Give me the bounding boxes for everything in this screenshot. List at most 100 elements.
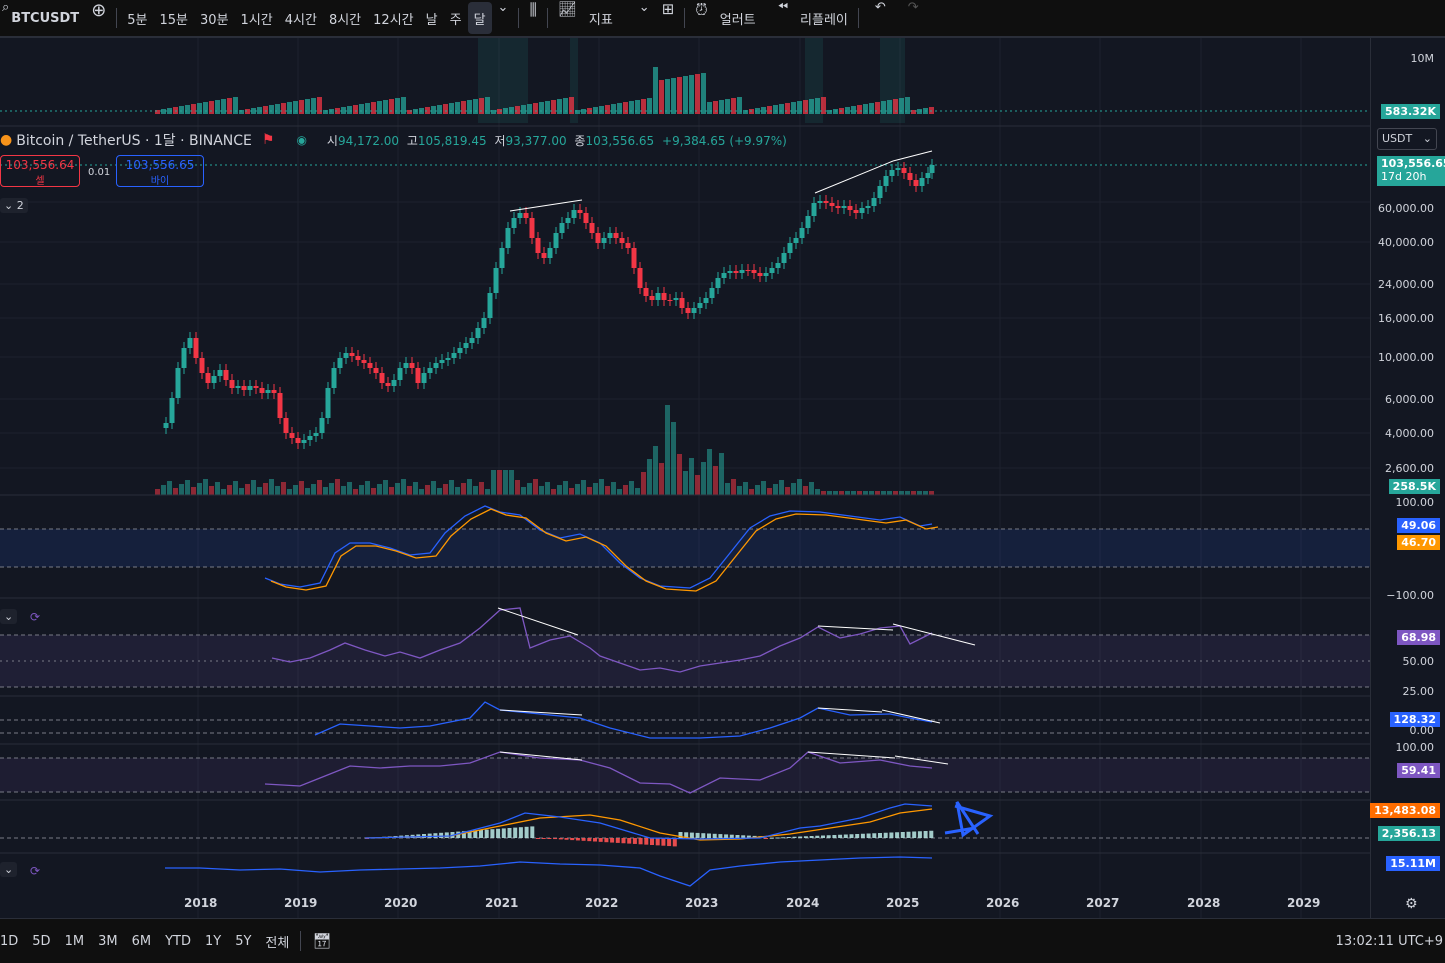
volume-bar [311,484,316,495]
macd-histogram-bar [786,837,791,838]
interval-30m[interactable]: 30분 [194,0,235,36]
range-1d[interactable]: 1D [0,934,25,949]
volume-bar [389,487,394,495]
hand-drawing[interactable] [944,801,994,838]
search-icon[interactable]: ⌕ [0,0,11,36]
volume-bar [761,481,766,495]
macd-histogram-bar [627,838,632,844]
volume-bar [875,491,880,495]
volume-bar [845,491,850,495]
layout-icon[interactable]: ⊞ [656,0,681,36]
volume-bar [437,488,442,495]
range-5d[interactable]: 5D [25,934,57,949]
volume-bar [533,103,538,114]
candle-body [187,338,193,348]
buy-button[interactable]: 103,556.65 바이 [116,155,204,187]
candles-icon[interactable]: ⫼ [523,0,542,36]
range-1y[interactable]: 1Y [198,934,228,949]
candle-body [211,376,217,383]
volume-bar [521,105,526,114]
chevron-down-icon[interactable]: ⌄ [633,0,656,36]
close-value: 103,556.65 [585,133,655,148]
price-axis[interactable]: 10M 583.32K USDT ⌄ 103,556.65 17d 20h 60,… [1370,38,1445,918]
macd-histogram-bar [479,830,483,838]
calendar-icon[interactable]: 📅︎ [305,932,338,950]
indicators-icon[interactable]: 📈︎ [552,0,583,36]
candle-body [205,373,211,383]
divider [684,8,686,28]
candle-body [451,353,457,358]
volume-bar [671,78,676,114]
volume-bar [527,483,532,495]
interval-8h[interactable]: 8시간 [323,0,367,36]
volume-bar [209,101,214,114]
range-3m[interactable]: 3M [91,934,125,949]
volume-bar [635,488,640,495]
pane-toggle[interactable]: ⌄ [0,609,18,624]
range-6m[interactable]: 6M [125,934,159,949]
clock[interactable]: 13:02:11 UTC+9 [1329,934,1445,949]
interval-12h[interactable]: 12시간 [367,0,419,36]
ohlc-values: 시94,172.00 고105,819.45 저93,377.00 종103,5… [327,132,787,149]
alert-button[interactable]: 얼러트 [714,0,762,36]
replay-icon[interactable]: ⏪︎ [772,0,794,36]
volume-bar [227,98,232,114]
range-1m[interactable]: 1M [58,934,92,949]
macd-histogram-bar [889,832,894,838]
chart-area[interactable] [0,38,1370,918]
indicators-button[interactable]: 지표 [583,0,619,36]
candle-body [265,390,271,393]
interval-day[interactable]: 날 [420,0,444,36]
undo-icon[interactable]: ↶ [869,0,892,36]
macd-histogram-bar [815,835,820,838]
settings-icon[interactable]: ⟳ [30,864,40,878]
volume-bar [701,462,706,495]
axis-settings-icon[interactable]: ⚙ [1405,896,1418,912]
collapse-toggle[interactable]: ⌄ 2 [0,198,28,213]
interval-4h[interactable]: 4시간 [279,0,323,36]
range-ytd[interactable]: YTD [158,934,198,949]
close-label: 종 [574,133,586,148]
interval-15m[interactable]: 15분 [154,0,195,36]
year-label: 2024 [786,896,820,910]
macd-histogram-bar [872,833,877,838]
settings-icon[interactable]: ⟳ [30,610,40,624]
sell-button[interactable]: 103,556.64 셀 [0,155,80,187]
candle-body [565,218,571,223]
candle-body [427,368,433,373]
interval-week[interactable]: 주 [444,0,468,36]
redo-icon[interactable]: ↷ [902,0,925,36]
currency-select[interactable]: USDT ⌄ [1377,128,1437,150]
candle-body [367,363,373,368]
candle-body [439,360,445,363]
pane-toggle[interactable]: ⌄ [0,862,18,877]
chevron-down-icon[interactable]: ⌄ [492,0,515,36]
osc1-band [0,529,1370,567]
add-symbol-icon[interactable]: ⊕ [85,0,112,36]
interval-month[interactable]: 달 [467,2,492,34]
chart-legend: ● Bitcoin / TetherUS · 1달 · BINANCE ⚑ ◉ … [0,130,787,150]
symbol-search[interactable]: BTCUSDT [11,0,85,36]
interval-5m[interactable]: 5분 [121,0,153,36]
volume-bar [671,422,676,495]
replay-button[interactable]: 리플레이 [794,0,854,36]
candle-body [493,268,499,293]
legend-title[interactable]: Bitcoin / TetherUS · 1달 · BINANCE [16,130,252,150]
flag-icon[interactable]: ⚑ [262,132,275,148]
volume-bar [215,482,220,495]
interval-1h[interactable]: 1시간 [235,0,279,36]
volume-bar [383,480,388,495]
range-5y[interactable]: 5Y [228,934,258,949]
range-all[interactable]: 전체 [258,932,296,951]
candle-body [601,238,607,243]
volume-bar [473,486,478,495]
alert-icon[interactable]: ⏰︎ [689,0,713,36]
candle-body [643,288,649,296]
candle-body [793,238,799,243]
macd-value-tag: 13,483.08 [1370,803,1440,818]
volume-bar [359,104,364,114]
volume-bar [299,481,304,495]
macd-histogram-bar [764,838,768,839]
volume-bar [359,485,364,495]
candle-body [505,228,511,248]
